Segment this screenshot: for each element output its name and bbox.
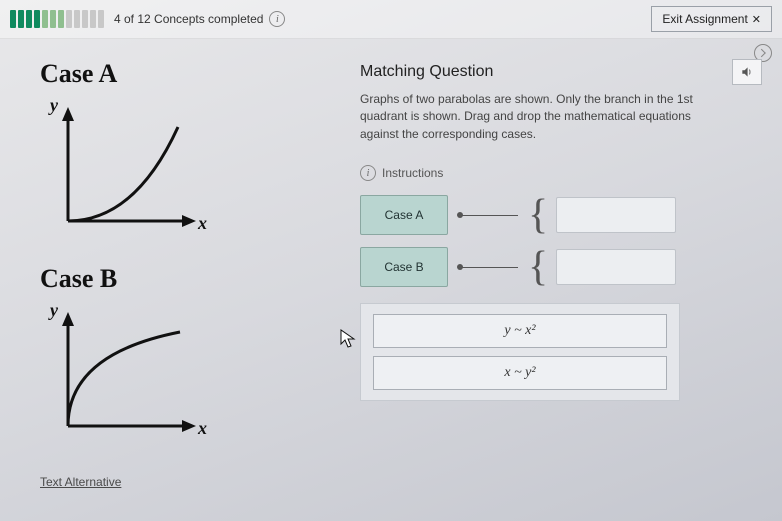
exit-label: Exit Assignment [662, 12, 747, 26]
exit-assignment-button[interactable]: Exit Assignment ✕ [651, 6, 772, 32]
option-y-x2[interactable]: y ~ x² [373, 314, 667, 348]
progress-text: 4 of 12 Concepts completed [114, 12, 263, 26]
case-b-graph: y x [40, 298, 320, 451]
match-row-a: Case A { [360, 195, 762, 235]
instructions-label: Instructions [382, 166, 443, 180]
audio-button[interactable] [732, 59, 762, 85]
axis-x-label: x [197, 213, 207, 233]
axis-y-label: y [48, 300, 59, 320]
question-description: Graphs of two parabolas are shown. Only … [360, 91, 720, 143]
top-bar: 4 of 12 Concepts completed i Exit Assign… [0, 0, 782, 39]
cursor-icon [340, 329, 356, 349]
case-a-graph: y x [40, 93, 320, 246]
axis-x-label: x [197, 418, 207, 438]
brace-icon: { [528, 203, 548, 228]
main-content: Case A y x Case B y [0, 39, 782, 489]
match-row-b: Case B { [360, 247, 762, 287]
progress-indicator [10, 10, 104, 28]
axis-y-label: y [48, 95, 59, 115]
text-alternative-link[interactable]: Text Alternative [40, 475, 121, 489]
question-panel: Matching Question Graphs of two parabola… [360, 49, 762, 489]
case-a-title: Case A [40, 59, 320, 89]
connector-line [458, 267, 518, 268]
options-tray: y ~ x² x ~ y² [360, 303, 680, 401]
instructions-link[interactable]: i Instructions [360, 165, 762, 181]
case-b-title: Case B [40, 264, 320, 294]
case-b-chip: Case B [360, 247, 448, 287]
speaker-icon [740, 65, 754, 79]
question-title: Matching Question [360, 63, 762, 81]
brace-icon: { [528, 255, 548, 280]
drop-target-a[interactable] [556, 197, 676, 233]
close-icon: ✕ [752, 13, 761, 26]
info-icon: i [360, 165, 376, 181]
graphs-panel: Case A y x Case B y [40, 49, 320, 489]
option-x-y2[interactable]: x ~ y² [373, 356, 667, 390]
info-icon[interactable]: i [269, 11, 285, 27]
connector-line [458, 215, 518, 216]
drop-target-b[interactable] [556, 249, 676, 285]
case-a-chip: Case A [360, 195, 448, 235]
